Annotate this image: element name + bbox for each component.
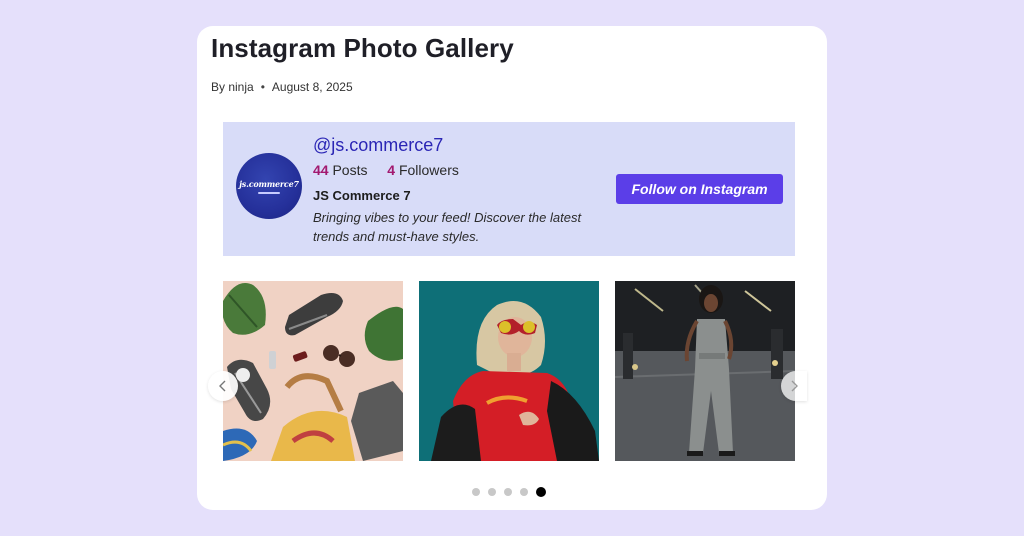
- flatlay-image: [223, 281, 403, 461]
- posts-count: 44: [313, 162, 329, 178]
- chevron-left-icon: [219, 380, 226, 392]
- gallery-photo-3[interactable]: [615, 281, 795, 461]
- followers-count: 4: [387, 162, 396, 178]
- instagram-profile-header: js.commerce7 @js.commerce7 44 Posts 4 Fo…: [223, 122, 795, 256]
- post-author[interactable]: By ninja: [211, 80, 254, 94]
- posts-label: Posts: [332, 162, 368, 178]
- pagination-dot-4[interactable]: [520, 488, 528, 496]
- follow-on-instagram-button[interactable]: Follow on Instagram: [616, 174, 783, 204]
- pagination-dot-2[interactable]: [488, 488, 496, 496]
- pagination-dot-5-active[interactable]: [536, 487, 546, 497]
- meta-separator: •: [260, 80, 265, 94]
- gallery-photo-2[interactable]: [419, 281, 599, 461]
- profile-display-name: JS Commerce 7: [313, 188, 411, 203]
- photo-carousel: [223, 281, 795, 461]
- chevron-right-icon: [791, 380, 798, 392]
- gallery-photo-1[interactable]: [223, 281, 403, 461]
- pagination-dot-3[interactable]: [504, 488, 512, 496]
- profile-stats: 44 Posts 4 Followers: [313, 162, 459, 178]
- post-date: August 8, 2025: [271, 80, 353, 94]
- profile-bio: Bringing vibes to your feed! Discover th…: [313, 210, 582, 244]
- post-meta: By ninja • August 8, 2025: [211, 80, 353, 94]
- followers-label: Followers: [398, 162, 459, 178]
- carousel-prev-button[interactable]: [208, 371, 238, 401]
- woman-sunglasses-image: [419, 281, 599, 461]
- avatar-logo-underline: [258, 191, 280, 194]
- profile-avatar[interactable]: js.commerce7: [236, 153, 302, 219]
- carousel-next-button[interactable]: [781, 371, 807, 401]
- post-title: Instagram Photo Gallery: [211, 33, 514, 63]
- carousel-pagination: [472, 486, 546, 498]
- avatar-logo-text: js.commerce7: [239, 178, 299, 189]
- pagination-dot-1[interactable]: [472, 488, 480, 496]
- post-card: Instagram Photo Gallery By ninja • August …: [197, 26, 827, 510]
- profile-username[interactable]: @js.commerce7: [313, 135, 443, 156]
- woman-jumpsuit-image: [615, 281, 795, 461]
